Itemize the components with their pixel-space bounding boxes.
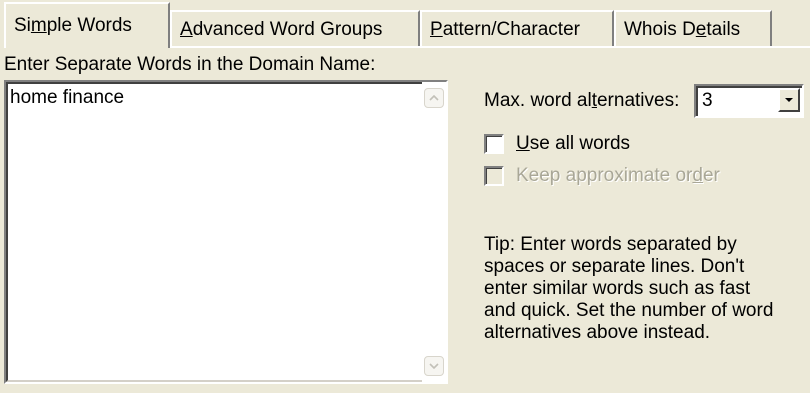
tab-label-part: ple Words: [46, 15, 132, 36]
label-part: se all words: [529, 133, 631, 154]
tab-whois-details[interactable]: Whois Details: [614, 10, 772, 46]
max-alternatives-select[interactable]: 3: [694, 84, 804, 118]
words-scrollbar[interactable]: [422, 82, 446, 382]
use-all-words-label: Use all words: [516, 133, 630, 155]
use-all-words-checkbox[interactable]: [484, 134, 504, 154]
label-part: er: [702, 165, 720, 186]
tab-label-part: Whois D: [624, 19, 696, 40]
words-field-label: Enter Separate Words in the Domain Name:: [4, 54, 376, 75]
dropdown-arrow-icon[interactable]: [778, 88, 800, 112]
tip-line: Tip: Enter words separated by: [484, 234, 737, 255]
keep-approximate-order-option: Keep approximate order: [484, 162, 720, 190]
tab-pattern-character[interactable]: Pattern/Character: [420, 10, 614, 46]
max-alternatives-label: Max. word alternatives:: [484, 88, 679, 114]
words-textarea-value[interactable]: home finance: [10, 86, 400, 110]
label-mnemonic: U: [516, 133, 530, 154]
tab-label-mnemonic: P: [430, 19, 443, 40]
keep-approximate-order-checkbox: [484, 166, 504, 186]
label-part: Max. word al: [484, 90, 592, 111]
tab-simple-words[interactable]: Simple Words: [4, 2, 170, 48]
tab-label-part: tails: [706, 19, 741, 40]
tab-advanced-word-groups[interactable]: Advanced Word Groups: [170, 10, 420, 46]
tab-label-mnemonic: m: [30, 15, 47, 36]
tip-text: Tip: Enter words separated by spaces or …: [484, 234, 806, 344]
tab-strip: Simple Words Advanced Word Groups Patter…: [4, 0, 794, 50]
simple-words-panel: Simple Words Advanced Word Groups Patter…: [0, 0, 810, 393]
tip-line: enter similar words such as fast: [484, 278, 751, 299]
tab-label-part: Si: [14, 15, 31, 36]
max-alternatives-value: 3: [702, 90, 713, 111]
scroll-up-arrow-icon[interactable]: [424, 88, 444, 108]
tab-label-part: attern/Character: [442, 19, 580, 40]
tab-label-mnemonic: e: [695, 19, 707, 40]
scroll-down-arrow-icon[interactable]: [424, 356, 444, 376]
label-part: Keep approximate or: [516, 165, 693, 186]
tip-line: alternatives above instead.: [484, 322, 711, 343]
tip-line: spaces or separate lines. Don't: [484, 256, 745, 277]
tip-line: and quick. Set the number of word: [484, 300, 774, 321]
tab-label-part: dvanced Word Groups: [192, 19, 383, 40]
words-textarea-frame: [6, 82, 446, 382]
label-part: ernatives:: [596, 90, 680, 111]
tab-label-mnemonic: A: [180, 19, 193, 40]
keep-approximate-order-label: Keep approximate order: [516, 165, 720, 187]
words-textarea[interactable]: home finance: [4, 80, 448, 384]
use-all-words-option[interactable]: Use all words: [484, 130, 630, 158]
label-mnemonic: d: [692, 165, 703, 186]
